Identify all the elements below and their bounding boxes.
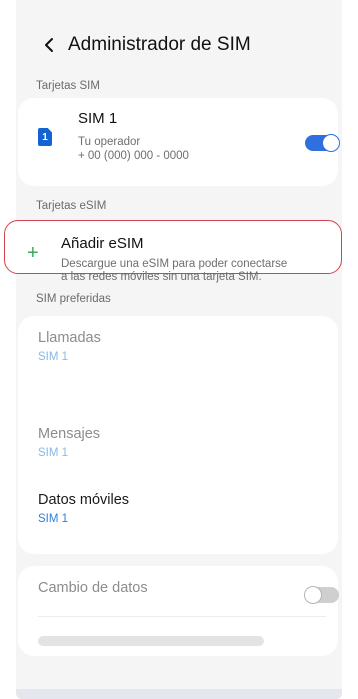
back-button[interactable]: [40, 32, 58, 58]
data-switch-card: Cambio de datos: [18, 566, 339, 656]
data-switch-row[interactable]: Cambio de datos: [38, 580, 148, 596]
preferred-messages[interactable]: Mensajes SIM 1: [38, 426, 100, 459]
preferred-calls-title: Llamadas: [38, 330, 101, 346]
sim-card-icon: 1: [38, 128, 52, 146]
preferred-mobile-data-value: SIM 1: [38, 513, 69, 525]
sim1-name: SIM 1: [78, 110, 118, 127]
divider: [38, 616, 326, 617]
add-esim-description-line1: Descargue una eSIM para poder conectarse: [61, 258, 288, 270]
add-esim-description: Descargue una eSIM para poder conectarse…: [61, 258, 336, 284]
plus-icon: +: [27, 242, 39, 264]
preferred-calls-value: SIM 1: [38, 351, 69, 363]
preferred-mobile-data-title: Datos móviles: [38, 492, 130, 508]
sim1-card[interactable]: 1 SIM 1 Tu operador + 00 (000) 000 - 000…: [18, 98, 340, 186]
chevron-left-icon: [45, 38, 53, 52]
loading-placeholder: [38, 636, 264, 646]
toggle-knob: [322, 134, 340, 152]
toggle-knob: [304, 586, 322, 604]
preferred-messages-title: Mensajes: [38, 426, 101, 442]
data-switch-title: Cambio de datos: [38, 580, 148, 596]
add-esim-description-line2: a las redes móviles sin una tarjeta SIM.: [61, 271, 262, 283]
section-label-esim-cards: Tarjetas eSIM: [36, 200, 107, 212]
sim1-operator: Tu operador: [78, 136, 141, 148]
preferred-calls[interactable]: Llamadas SIM 1: [38, 330, 101, 363]
sim1-number: + 00 (000) 000 - 0000: [78, 150, 189, 162]
page-title: Administrador de SIM: [68, 34, 251, 55]
preferred-sim-card: Llamadas SIM 1 Mensajes SIM 1 Datos móvi…: [18, 316, 338, 554]
add-esim-title: Añadir eSIM: [61, 235, 144, 252]
preferred-mobile-data[interactable]: Datos móviles SIM 1: [38, 492, 129, 525]
data-switch-toggle[interactable]: [304, 586, 339, 604]
add-esim-button[interactable]: + Añadir eSIM Descargue una eSIM para po…: [4, 220, 342, 283]
app-header: Administrador de SIM: [16, 28, 342, 62]
preferred-messages-value: SIM 1: [38, 447, 69, 459]
section-label-sim-cards: Tarjetas SIM: [36, 80, 100, 92]
sim1-toggle[interactable]: [305, 134, 340, 152]
section-label-preferred: SIM preferidas: [36, 293, 111, 305]
sim-manager-screen: Administrador de SIM Tarjetas SIM 1 SIM …: [16, 0, 342, 699]
